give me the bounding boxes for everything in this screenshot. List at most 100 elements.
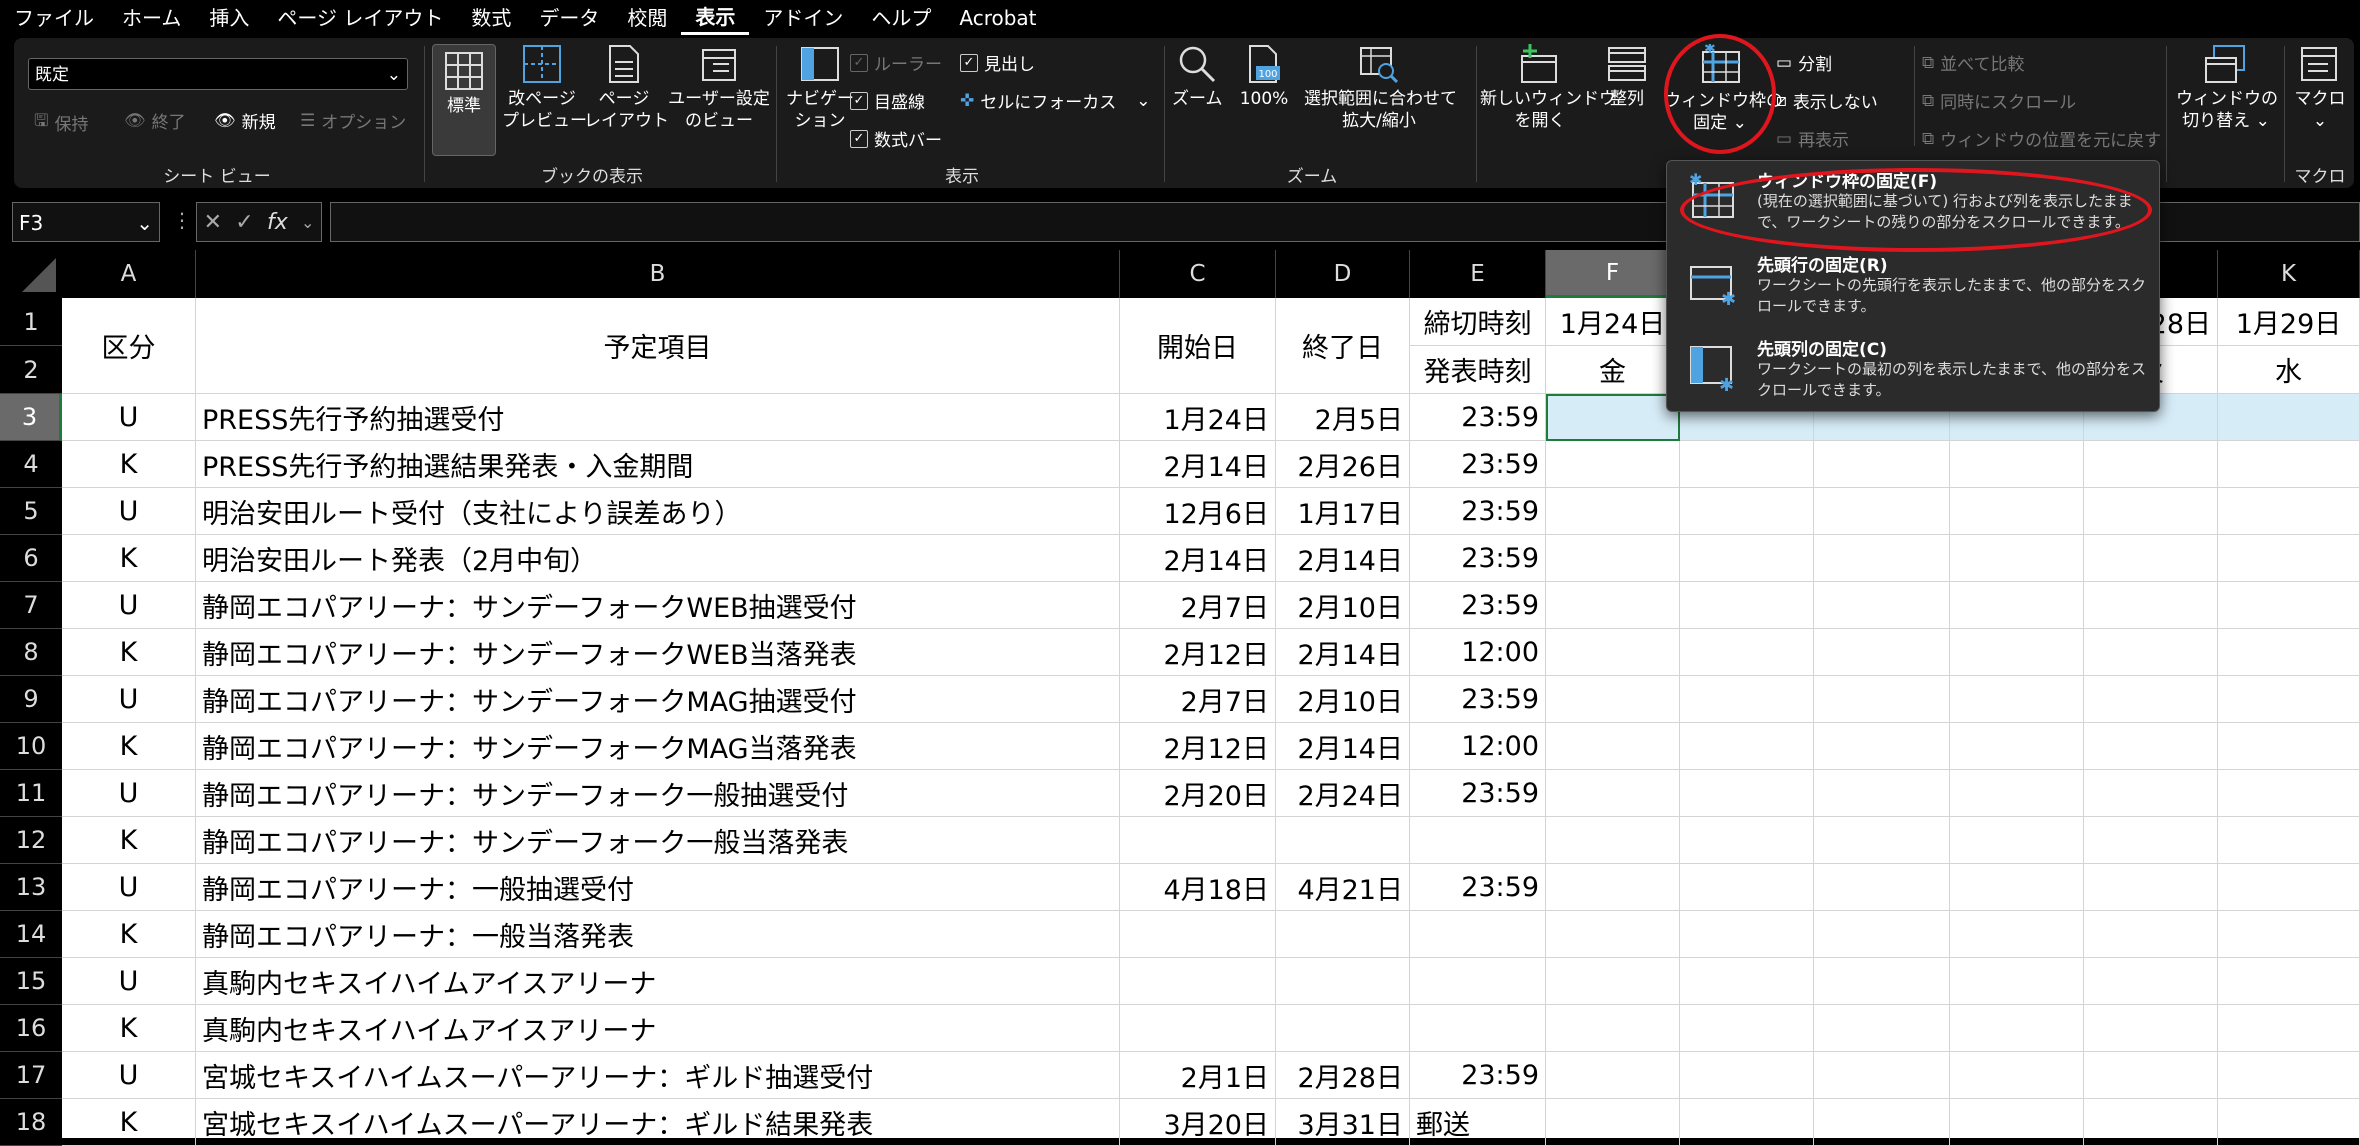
menu-page-layout[interactable]: ページ レイアウト bbox=[263, 0, 457, 36]
cell-time[interactable]: 23:59 bbox=[1410, 488, 1546, 535]
cell-yotei[interactable]: 静岡エコパアリーナ：一般抽選受付 bbox=[196, 864, 1120, 911]
cell-time[interactable]: 23:59 bbox=[1410, 770, 1546, 817]
cell-empty[interactable] bbox=[1546, 817, 1680, 864]
cell-yotei[interactable]: 明治安田ルート発表（2月中旬） bbox=[196, 535, 1120, 582]
menu-review[interactable]: 校閲 bbox=[613, 0, 681, 36]
cell-empty[interactable] bbox=[1814, 864, 1950, 911]
cell-empty[interactable] bbox=[1680, 1052, 1814, 1099]
row-header-3[interactable]: 3 bbox=[0, 394, 62, 441]
zoom-to-selection-button[interactable]: 選択範囲に合わせて 拡大/縮小 bbox=[1304, 44, 1457, 132]
cell-empty[interactable] bbox=[1814, 958, 1950, 1005]
column-header-k[interactable]: K bbox=[2218, 250, 2360, 298]
sheet-view-exit-button[interactable]: 👁 終了 bbox=[124, 108, 186, 134]
cell-empty[interactable] bbox=[1546, 1052, 1680, 1099]
normal-view-button[interactable]: 標準 bbox=[432, 44, 496, 156]
row-header-14[interactable]: 14 bbox=[0, 911, 62, 958]
cell-empty[interactable] bbox=[1950, 770, 2084, 817]
cell-yotei[interactable]: 静岡エコパアリーナ：サンデーフォークWEB当落発表 bbox=[196, 629, 1120, 676]
arrange-all-button[interactable]: 整列 bbox=[1602, 44, 1652, 110]
cell-empty[interactable] bbox=[1814, 1005, 1950, 1052]
cell-empty[interactable] bbox=[1680, 817, 1814, 864]
cell-end[interactable]: 2月26日 bbox=[1276, 441, 1410, 488]
cell-kubun[interactable]: K bbox=[62, 1099, 196, 1146]
cell-end[interactable] bbox=[1276, 1005, 1410, 1052]
cell-yotei[interactable]: 真駒内セキスイハイムアイスアリーナ bbox=[196, 1005, 1120, 1052]
column-header-d[interactable]: D bbox=[1276, 250, 1410, 298]
sheet-view-keep-button[interactable]: 🖫 保持 bbox=[34, 108, 88, 137]
cancel-icon[interactable]: ✕ bbox=[204, 210, 222, 235]
cell-kubun[interactable]: U bbox=[62, 1052, 196, 1099]
cell-empty[interactable] bbox=[2084, 864, 2218, 911]
cell-empty[interactable] bbox=[1546, 911, 1680, 958]
unhide-window-button[interactable]: ▭ 再表示 bbox=[1776, 126, 1849, 152]
cell-yotei[interactable]: 静岡エコパアリーナ：サンデーフォークMAG当落発表 bbox=[196, 723, 1120, 770]
synchronous-scroll-button[interactable]: ⧉ 同時にスクロール bbox=[1922, 88, 2076, 114]
cell-end[interactable]: 2月14日 bbox=[1276, 535, 1410, 582]
cell-empty[interactable] bbox=[1814, 441, 1950, 488]
cell-end[interactable]: 4月21日 bbox=[1276, 864, 1410, 911]
view-side-by-side-button[interactable]: ⧉ 並べて比較 bbox=[1922, 50, 2024, 76]
menu-acrobat[interactable]: Acrobat bbox=[945, 0, 1050, 36]
gridlines-checkbox[interactable]: ✓ 目盛線 bbox=[850, 88, 925, 113]
cell-empty[interactable] bbox=[1814, 582, 1950, 629]
cell-kubun[interactable]: K bbox=[62, 723, 196, 770]
cell-empty[interactable] bbox=[2084, 1099, 2218, 1146]
cell-empty[interactable] bbox=[1814, 676, 1950, 723]
header-deadline[interactable]: 締切時刻 bbox=[1410, 298, 1546, 346]
cell-time[interactable] bbox=[1410, 1005, 1546, 1052]
cell-empty[interactable] bbox=[1546, 723, 1680, 770]
name-box[interactable]: F3 ⌄ bbox=[12, 202, 160, 242]
cell-start[interactable]: 2月1日 bbox=[1120, 1052, 1276, 1099]
cell-kubun[interactable]: K bbox=[62, 911, 196, 958]
sheet-view-options-button[interactable]: ☰ オプション bbox=[300, 108, 406, 134]
cell-empty[interactable] bbox=[1950, 441, 2084, 488]
cell-empty[interactable] bbox=[1680, 535, 1814, 582]
cell-yotei[interactable]: 静岡エコパアリーナ：サンデーフォーク一般当落発表 bbox=[196, 817, 1120, 864]
cell-empty[interactable] bbox=[1546, 1005, 1680, 1052]
cell-time[interactable]: 12:00 bbox=[1410, 723, 1546, 770]
cell-start[interactable] bbox=[1120, 911, 1276, 958]
ruler-checkbox[interactable]: ✓ ルーラー bbox=[850, 50, 942, 75]
cell-empty[interactable] bbox=[1814, 488, 1950, 535]
cell-start[interactable]: 2月14日 bbox=[1120, 535, 1276, 582]
check-icon[interactable]: ✓ bbox=[235, 210, 253, 235]
cell-empty[interactable] bbox=[1680, 488, 1814, 535]
cell-kubun[interactable]: U bbox=[62, 582, 196, 629]
cell-empty[interactable] bbox=[2218, 1099, 2360, 1146]
cell-empty[interactable] bbox=[2218, 723, 2360, 770]
cell-empty[interactable] bbox=[1680, 582, 1814, 629]
navigation-button[interactable]: ナビゲー ション bbox=[782, 44, 858, 132]
cell-empty[interactable] bbox=[2218, 441, 2360, 488]
date-header-cell[interactable]: 1月29日 bbox=[2218, 298, 2360, 346]
row-header-10[interactable]: 10 bbox=[0, 723, 62, 770]
page-break-preview-button[interactable]: 改ページ プレビュー bbox=[502, 44, 587, 132]
cell-empty[interactable] bbox=[1546, 676, 1680, 723]
cell-empty[interactable] bbox=[1680, 441, 1814, 488]
cell-yotei[interactable]: 静岡エコパアリーナ：サンデーフォークMAG抽選受付 bbox=[196, 676, 1120, 723]
cell-empty[interactable] bbox=[1950, 864, 2084, 911]
zoom-100-button[interactable]: 100 100% bbox=[1236, 44, 1292, 110]
menu-file[interactable]: ファイル bbox=[0, 0, 108, 36]
cell-empty[interactable] bbox=[2218, 629, 2360, 676]
row-header-7[interactable]: 7 bbox=[0, 582, 62, 629]
cell-start[interactable]: 3月20日 bbox=[1120, 1099, 1276, 1146]
header-kubun[interactable]: 区分 bbox=[62, 298, 196, 394]
cell-time[interactable] bbox=[1410, 817, 1546, 864]
cell-empty[interactable] bbox=[2084, 488, 2218, 535]
cell-time[interactable]: 23:59 bbox=[1410, 535, 1546, 582]
cell-empty[interactable] bbox=[1814, 770, 1950, 817]
cell-empty[interactable] bbox=[2218, 535, 2360, 582]
cell-empty[interactable] bbox=[2218, 1052, 2360, 1099]
row-header-2[interactable]: 2 bbox=[0, 346, 62, 394]
cell-end[interactable]: 2月10日 bbox=[1276, 582, 1410, 629]
column-header-f[interactable]: F bbox=[1546, 250, 1680, 298]
header-announce[interactable]: 発表時刻 bbox=[1410, 346, 1546, 394]
column-header-e[interactable]: E bbox=[1410, 250, 1546, 298]
weekday-header-cell[interactable]: 金 bbox=[1546, 346, 1680, 394]
cell-empty[interactable] bbox=[1950, 488, 2084, 535]
cell-empty[interactable] bbox=[1950, 582, 2084, 629]
cell-kubun[interactable]: U bbox=[62, 770, 196, 817]
header-end[interactable]: 終了日 bbox=[1276, 298, 1410, 394]
cell-empty[interactable] bbox=[1814, 911, 1950, 958]
cell-empty[interactable] bbox=[1546, 535, 1680, 582]
